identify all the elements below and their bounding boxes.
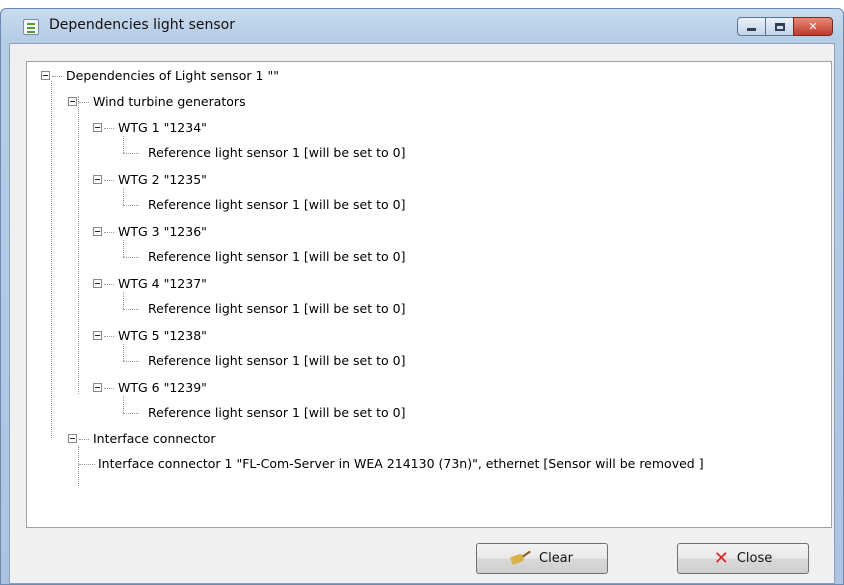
clear-button[interactable]: Clear: [476, 543, 608, 574]
collapse-icon[interactable]: [41, 71, 50, 80]
tree-node-label: WTG 3 "1236": [118, 224, 207, 239]
tree-leaf-label: Reference light sensor 1 [will be set to…: [148, 405, 406, 420]
tree-node-label: WTG 4 "1237": [118, 276, 207, 291]
tree-node-label: WTG 6 "1239": [118, 380, 207, 395]
dialog-body: Dependencies of Light sensor 1 "" Wind t…: [9, 43, 835, 584]
tree-node-label: Wind turbine generators: [93, 94, 246, 109]
tree-guide-line: [78, 446, 79, 486]
tree-node-label: WTG 1 "1234": [118, 120, 207, 135]
tree-node-label: Dependencies of Light sensor 1 "": [66, 68, 279, 83]
caption-buttons: ✕: [737, 17, 833, 36]
tree-leaf-label: Reference light sensor 1 [will be set to…: [148, 197, 406, 212]
title-bar[interactable]: Dependencies light sensor ✕: [1, 9, 843, 43]
close-icon: ✕: [713, 548, 729, 569]
tree-leaf-label: Reference light sensor 1 [will be set to…: [148, 353, 406, 368]
collapse-icon[interactable]: [93, 123, 102, 132]
checklist-icon: [23, 19, 39, 35]
tree-node-label: WTG 2 "1235": [118, 172, 207, 187]
tree-guide-line: [78, 96, 79, 394]
tree-leaf-label: Interface connector 1 "FL-Com-Server in …: [98, 456, 704, 471]
collapse-icon[interactable]: [93, 331, 102, 340]
collapse-icon[interactable]: [93, 383, 102, 392]
tree-leaf-label: Reference light sensor 1 [will be set to…: [148, 301, 406, 316]
collapse-icon[interactable]: [93, 227, 102, 236]
close-button[interactable]: ✕ Close: [677, 543, 809, 574]
broom-icon: [511, 552, 531, 566]
clear-button-label: Clear: [539, 551, 573, 566]
tree-node-label: WTG 5 "1238": [118, 328, 207, 343]
collapse-icon[interactable]: [68, 434, 77, 443]
tree-guide-line: [51, 81, 52, 438]
tree-node-label: Interface connector: [93, 431, 216, 446]
collapse-icon[interactable]: [68, 97, 77, 106]
dependency-tree[interactable]: Dependencies of Light sensor 1 "" Wind t…: [26, 61, 832, 528]
minimize-button[interactable]: [737, 17, 766, 36]
maximize-icon: [774, 22, 785, 31]
close-button-label: Close: [736, 551, 773, 566]
window-title: Dependencies light sensor: [49, 17, 235, 33]
close-icon: ✕: [808, 20, 818, 33]
tree-leaf-label: Reference light sensor 1 [will be set to…: [148, 249, 406, 264]
tree-leaf-label: Reference light sensor 1 [will be set to…: [148, 145, 406, 160]
collapse-icon[interactable]: [93, 279, 102, 288]
maximize-button[interactable]: [765, 17, 794, 36]
collapse-icon[interactable]: [93, 175, 102, 184]
dialog-window: Dependencies light sensor ✕ Dependencies…: [0, 8, 844, 585]
minimize-icon: [747, 28, 756, 31]
window-close-button[interactable]: ✕: [793, 17, 833, 36]
